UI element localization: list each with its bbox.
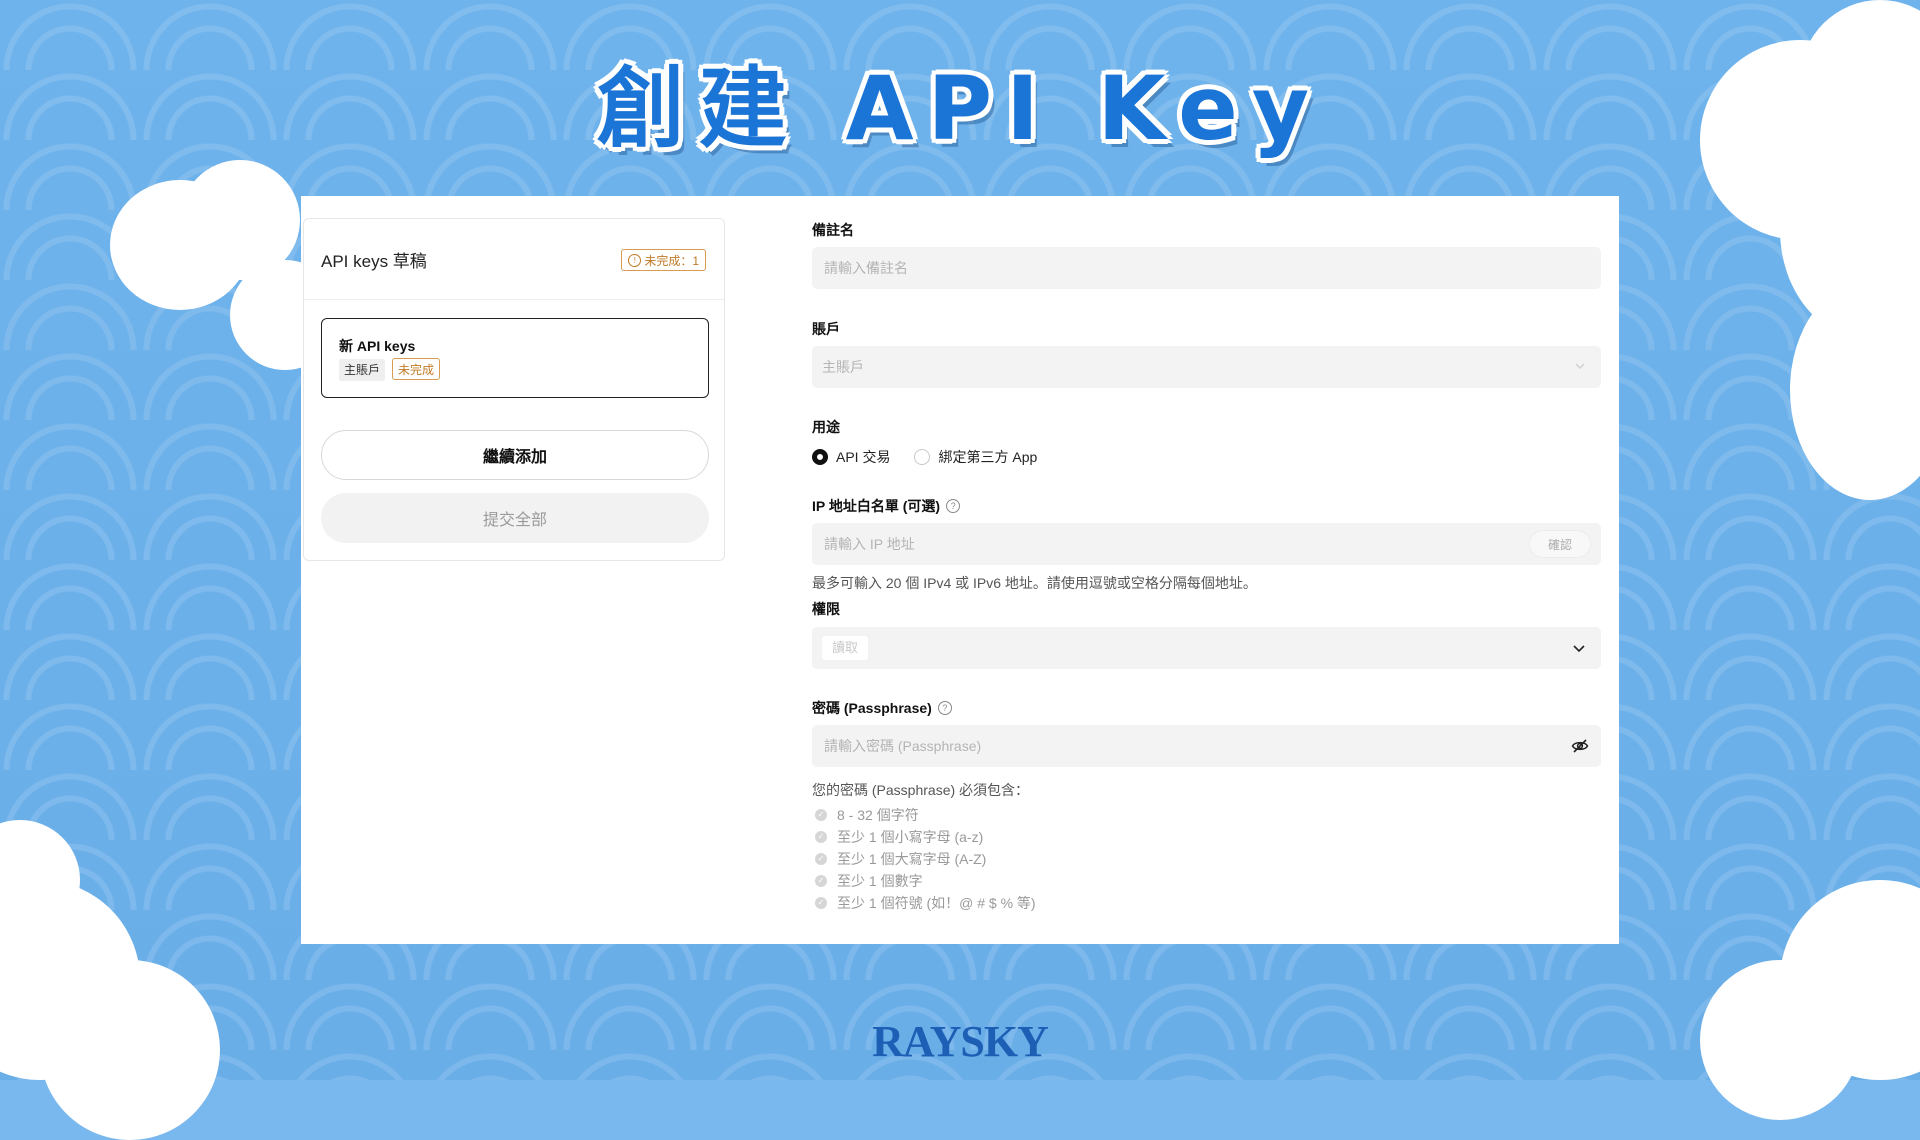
requirement-item: ✓ 至少 1 個符號 (如！@ # $ % 等) bbox=[815, 892, 1036, 914]
usage-label-text: 用途 bbox=[812, 419, 840, 435]
chevron-down-icon bbox=[1575, 363, 1585, 369]
drafts-title: API keys 草稿 bbox=[321, 252, 427, 271]
drafts-card: API keys 草稿 ! 未完成：1 新 API keys 主賬戶 未完成 繼… bbox=[303, 218, 725, 561]
passphrase-input[interactable] bbox=[822, 737, 1591, 755]
submit-all-button[interactable]: 提交全部 bbox=[321, 493, 709, 543]
passphrase-label-text: 密碼 (Passphrase) bbox=[812, 700, 932, 716]
requirement-item: ✓ 至少 1 個大寫字母 (A-Z) bbox=[815, 848, 1036, 870]
account-select-value: 主賬戶 bbox=[822, 359, 864, 375]
usage-radio-group: API 交易 綁定第三方 App bbox=[812, 447, 1037, 467]
ip-whitelist-field[interactable]: 確認 bbox=[812, 523, 1601, 565]
remark-field[interactable] bbox=[812, 247, 1601, 289]
check-icon: ✓ bbox=[815, 875, 827, 887]
check-icon: ✓ bbox=[815, 897, 827, 909]
status-tag: 未完成 bbox=[392, 358, 441, 380]
incomplete-count-text: 未完成：1 bbox=[644, 253, 699, 268]
remark-label-text: 備註名 bbox=[812, 222, 854, 238]
main-panel: API keys 草稿 ! 未完成：1 新 API keys 主賬戶 未完成 繼… bbox=[301, 196, 1619, 944]
requirement-item: ✓ 至少 1 個小寫字母 (a-z) bbox=[815, 826, 1036, 848]
passphrase-label: 密碼 (Passphrase) ? bbox=[812, 698, 952, 718]
requirement-item: ✓ 至少 1 個數字 bbox=[815, 870, 1036, 892]
account-tag: 主賬戶 bbox=[339, 359, 386, 381]
radio-api-trading-label[interactable]: API 交易 bbox=[836, 447, 890, 467]
permission-label-text: 權限 bbox=[812, 601, 840, 617]
requirement-text: 至少 1 個數字 bbox=[837, 873, 923, 889]
ip-confirm-button[interactable]: 確認 bbox=[1529, 530, 1591, 558]
requirement-text: 至少 1 個大寫字母 (A-Z) bbox=[837, 851, 987, 867]
requirement-text: 8 - 32 個字符 bbox=[837, 807, 919, 823]
info-icon: ! bbox=[628, 253, 642, 267]
permission-select[interactable]: 讀取 bbox=[812, 627, 1601, 669]
help-icon[interactable]: ? bbox=[937, 701, 952, 715]
check-icon: ✓ bbox=[815, 831, 827, 843]
draft-item[interactable]: 新 API keys 主賬戶 未完成 bbox=[321, 318, 709, 398]
passphrase-requirements-title: 您的密碼 (Passphrase) 必須包含： bbox=[812, 782, 1030, 798]
ip-address-input[interactable] bbox=[822, 535, 1591, 553]
page-title: 創建 API Key bbox=[596, 57, 1324, 160]
account-label-text: 賬戶 bbox=[812, 321, 840, 337]
permission-chip-read: 讀取 bbox=[822, 636, 869, 660]
ip-whitelist-hint: 最多可輸入 20 個 IPv4 或 IPv6 地址。請使用逗號或空格分隔每個地址… bbox=[812, 575, 1257, 591]
ip-whitelist-label-text: IP 地址白名單 (可選) bbox=[812, 498, 941, 514]
continue-add-button[interactable]: 繼續添加 bbox=[321, 430, 709, 480]
usage-label: 用途 bbox=[812, 417, 840, 437]
check-icon: ✓ bbox=[815, 853, 827, 865]
remark-label: 備註名 bbox=[812, 220, 854, 240]
check-icon: ✓ bbox=[815, 809, 827, 821]
radio-api-trading[interactable] bbox=[812, 449, 828, 465]
passphrase-requirements-list: ✓ 8 - 32 個字符 ✓ 至少 1 個小寫字母 (a-z) ✓ 至少 1 個大寫字… bbox=[812, 804, 1036, 914]
chevron-down-icon bbox=[1573, 645, 1585, 653]
eye-off-icon[interactable] bbox=[1571, 737, 1589, 755]
radio-third-party-app-label[interactable]: 綁定第三方 App bbox=[938, 447, 1037, 467]
requirement-text: 至少 1 個符號 (如！@ # $ % 等) bbox=[837, 895, 1036, 911]
drafts-header: API keys 草稿 ! 未完成：1 bbox=[304, 219, 724, 300]
radio-third-party-app[interactable] bbox=[914, 449, 931, 465]
remark-input[interactable] bbox=[822, 259, 1591, 277]
help-icon[interactable]: ? bbox=[946, 499, 961, 513]
ip-whitelist-label: IP 地址白名單 (可選) ? bbox=[812, 496, 961, 516]
requirement-item: ✓ 8 - 32 個字符 bbox=[815, 804, 1036, 826]
permission-label: 權限 bbox=[812, 599, 840, 619]
account-label: 賬戶 bbox=[812, 319, 840, 339]
raysky-logo: RAYSKY bbox=[872, 1017, 1049, 1066]
draft-item-title: 新 API keys bbox=[339, 338, 416, 354]
incomplete-count-badge: ! 未完成：1 bbox=[621, 249, 706, 271]
passphrase-field[interactable] bbox=[812, 725, 1601, 767]
requirement-text: 至少 1 個小寫字母 (a-z) bbox=[837, 829, 984, 845]
account-select[interactable]: 主賬戶 bbox=[812, 346, 1601, 388]
